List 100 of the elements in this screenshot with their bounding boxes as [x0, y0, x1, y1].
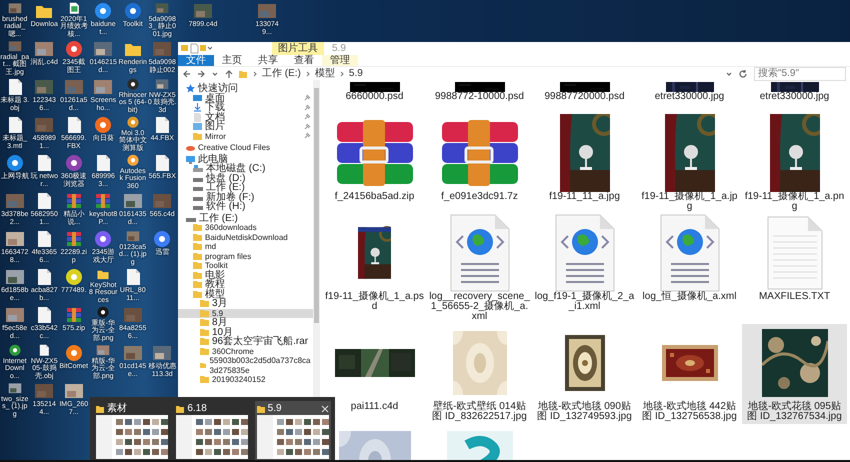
- file-tile[interactable]: 9988772-10000.psd: [427, 80, 532, 114]
- file-tile[interactable]: log__recovery_scene_1_56655-2_摄像机_a.xml: [427, 214, 532, 324]
- sidebar-item[interactable]: 快速访问: [178, 84, 313, 94]
- breadcrumb-link[interactable]: 工作 (E:): [262, 68, 301, 80]
- sidebar-item[interactable]: 55903b003c2d5d0a737c8ca3d275835e: [178, 356, 313, 375]
- file-tile[interactable]: f_e091e3dc91.7z: [427, 114, 532, 214]
- folder-icon: [96, 405, 104, 413]
- sidebar-item[interactable]: 教程: [178, 280, 313, 290]
- file-tile[interactable]: 壁纸-欧式壁纸 014贴图 ID_832622517.jpg: [427, 324, 532, 424]
- drive-icon: [193, 164, 203, 174]
- window-preview[interactable]: 5.9: [254, 401, 331, 462]
- window-title: 5.9: [332, 42, 346, 55]
- image-file-icon: [34, 40, 54, 58]
- sidebar-item[interactable]: Toolkit: [178, 261, 313, 270]
- sidebar-item[interactable]: 10月: [178, 328, 313, 337]
- text-file-icon: [766, 216, 822, 290]
- sidebar-item[interactable]: 工作 (E:): [178, 214, 313, 223]
- breadcrumb-link[interactable]: 模型: [314, 68, 335, 80]
- image-file-icon: [4, 192, 25, 210]
- sidebar-item[interactable]: 模型: [178, 290, 313, 299]
- sidebar-item[interactable]: 快盘 (D:): [178, 174, 313, 183]
- ribbon-tab[interactable]: 共享: [250, 55, 286, 66]
- sidebar-item[interactable]: 下载: [178, 103, 313, 112]
- sidebar-item[interactable]: 201903240152: [178, 375, 313, 384]
- image-icon: [193, 122, 202, 132]
- file-name: 9988772-10000.psd: [435, 92, 524, 104]
- sidebar-item[interactable]: BaiduNetdiskDownload: [178, 232, 313, 242]
- sidebar-item[interactable]: 5.9: [178, 308, 313, 318]
- file-tile[interactable]: 地毯-欧式地毯 090贴图 ID_132749593.jpg: [532, 324, 637, 424]
- xml-document-icon: [554, 214, 616, 292]
- refresh-icon: [738, 68, 748, 78]
- file-name: f19-11_摄像机_1_a.psd: [324, 292, 425, 312]
- file-name: 99887720000.psd: [544, 92, 625, 104]
- sidebar-item[interactable]: md: [178, 242, 313, 252]
- sidebar-item[interactable]: 软件 (H:): [178, 202, 313, 212]
- file-tile[interactable]: f_24156ba5ad.zip: [322, 114, 427, 214]
- file-tile[interactable]: f19-11_摄像机_1_a.psd: [322, 214, 427, 324]
- file-tile[interactable]: f19-11_11_a.jpg: [532, 114, 637, 214]
- computer-icon: [186, 154, 195, 164]
- image-file-icon: [34, 382, 54, 400]
- image-file-icon: [93, 78, 114, 96]
- xml-document-icon: [658, 214, 720, 292]
- sidebar-item[interactable]: 本地磁盘 (C:): [178, 164, 313, 174]
- image-file-icon: [193, 2, 213, 20]
- window-preview[interactable]: 6.18: [174, 401, 251, 462]
- file-name: log_f19-1_摄像机_2_a_i1.xml: [534, 292, 635, 312]
- file-tile[interactable]: log_f19-1_摄像机_2_a_i1.xml: [532, 214, 637, 324]
- archive-icon: [334, 120, 414, 186]
- search-field[interactable]: 搜索"5.9": [754, 66, 846, 80]
- image-file-icon: [4, 306, 25, 324]
- sidebar-item[interactable]: 图片: [178, 122, 313, 132]
- star-icon: [186, 84, 195, 94]
- sidebar-item[interactable]: 360Chrome: [178, 346, 313, 356]
- breadcrumb-link[interactable]: 5.9: [348, 68, 363, 80]
- file-name: 地毯-欧式花毯 095贴图 ID_132767534.jpg: [746, 402, 843, 422]
- context-tab-label: 图片工具: [272, 42, 324, 55]
- file-name: f_e091e3dc91.7z: [441, 192, 518, 204]
- window-preview[interactable]: 素材: [94, 401, 170, 462]
- document-icon: [193, 112, 202, 122]
- ribbon-tab[interactable]: 查看: [286, 55, 322, 66]
- file-name: f19-11_11_a.jpg: [549, 192, 620, 204]
- sidebar-item[interactable]: 新加卷 (F:): [178, 192, 313, 202]
- image-file-icon: [152, 344, 172, 362]
- file-tile[interactable]: 地毯-欧式花毯 095贴图 ID_132767534.jpg: [742, 324, 847, 424]
- sidebar-item[interactable]: Creative Cloud Files: [178, 143, 313, 152]
- file-tile[interactable]: log_恒_摄像机_a.xml: [637, 214, 742, 324]
- file-tile[interactable]: f19-11_摄像机_1_a.jpg: [637, 114, 742, 214]
- image-file-icon: [152, 192, 172, 210]
- image-file-icon: [93, 40, 114, 58]
- file-tile[interactable]: etret330000.jpg: [637, 80, 742, 114]
- sidebar-item[interactable]: program files: [178, 252, 313, 261]
- archive-icon: [440, 120, 520, 186]
- sidebar-item[interactable]: 8月: [178, 318, 313, 328]
- sidebar-item[interactable]: 工作 (E:): [178, 183, 313, 192]
- sidebar-item[interactable]: 文档: [178, 112, 313, 122]
- forward-icon: [196, 68, 206, 78]
- folder-icon: [193, 132, 202, 141]
- up-icon: [224, 68, 234, 78]
- file-menu-tab[interactable]: 文件: [178, 55, 214, 66]
- cloud-icon: [186, 143, 195, 152]
- file-tile[interactable]: 99887720000.psd: [532, 80, 637, 114]
- image-file-icon: [34, 116, 54, 134]
- file-name: 6660000.psd: [346, 92, 404, 104]
- file-name: f_24156ba5ad.zip: [334, 192, 414, 204]
- file-tile[interactable]: MAXFILES.TXT: [742, 214, 847, 324]
- sidebar-item[interactable]: 3月: [178, 299, 313, 308]
- file-tile[interactable]: etret330000.jpg: [742, 80, 847, 114]
- image-file-icon: [122, 192, 143, 210]
- file-tile[interactable]: 6660000.psd: [322, 80, 427, 114]
- sidebar-item[interactable]: 电影: [178, 270, 313, 280]
- sidebar-item[interactable]: Mirror: [178, 132, 313, 141]
- image-file-icon: [64, 78, 84, 96]
- ribbon-tab[interactable]: 主页: [214, 55, 250, 66]
- file-tile[interactable]: 地毯-欧式地毯 442贴图 ID_132756538.jpg: [637, 324, 742, 424]
- sidebar-item[interactable]: 96套太空宇宙飞船.rar: [178, 337, 313, 346]
- sidebar-item[interactable]: 桌面: [178, 94, 313, 103]
- file-tile[interactable]: f19-11_摄像机_1_a.png: [742, 114, 847, 214]
- sidebar-item[interactable]: 此电脑: [178, 154, 313, 164]
- sidebar-item[interactable]: 360downloads: [178, 223, 313, 232]
- file-name: log_恒_摄像机_a.xml: [642, 292, 736, 304]
